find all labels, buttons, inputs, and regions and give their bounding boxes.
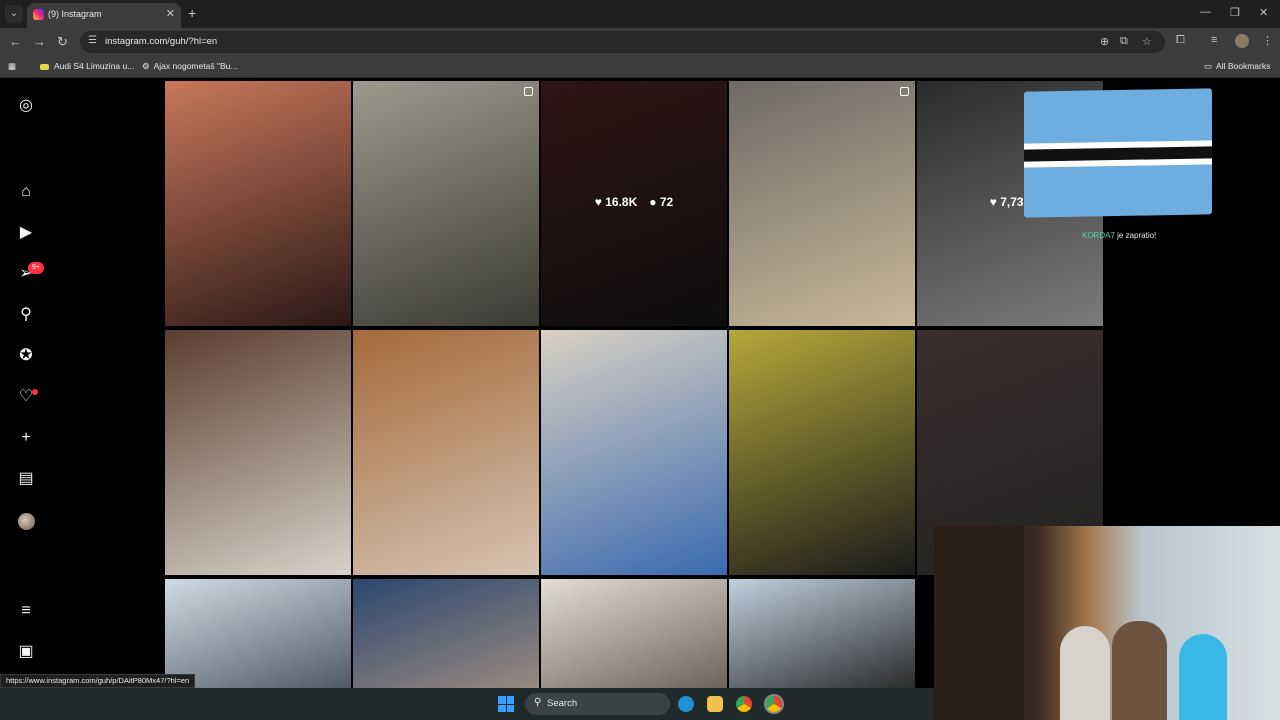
comments-count: ● 72 [649, 195, 674, 209]
browser-toolbar: ← → ↻ ☰ instagram.com/guh/?hl=en ⊕ ⧉ ☆ ⧠… [0, 28, 1280, 56]
close-window-button[interactable]: ✕ [1259, 6, 1268, 19]
reading-list-icon[interactable]: ≡ [1211, 34, 1217, 46]
post-thumbnail[interactable] [729, 579, 915, 689]
tab-strip: ⌄ (9) Instagram ✕ + — ❐ ✕ [0, 0, 1280, 28]
bookmark-item[interactable]: Audi S4 Limuzina u... [40, 61, 134, 71]
back-button[interactable]: ← [9, 34, 22, 49]
bookmark-star-icon[interactable]: ☆ [1142, 35, 1152, 48]
forward-button[interactable]: → [33, 34, 46, 49]
minimize-button[interactable]: — [1200, 6, 1211, 18]
apps-grid-icon[interactable]: ▦ [8, 61, 16, 72]
reload-button[interactable]: ↻ [57, 34, 68, 50]
url-text[interactable]: instagram.com/guh/?hl=en [105, 36, 217, 47]
restore-button[interactable]: ❐ [1230, 6, 1240, 19]
post-thumbnail[interactable] [353, 330, 539, 575]
post-thumbnail[interactable]: ♥ 16.8K ● 72 [541, 81, 727, 326]
taskbar-search[interactable]: ⚲ Search [525, 693, 670, 715]
post-thumbnail[interactable] [729, 330, 915, 575]
notification-dot [32, 389, 38, 395]
extensions-icon[interactable]: ⧠ [1176, 34, 1185, 47]
post-thumbnail[interactable] [165, 579, 351, 689]
botswana-flag-overlay [1024, 88, 1212, 218]
all-bookmarks-button[interactable]: ▭ All Bookmarks [1204, 61, 1270, 72]
create-icon[interactable]: + [16, 428, 36, 448]
zoom-icon[interactable]: ⊕ [1100, 35, 1109, 48]
webcam-overlay [934, 526, 1280, 720]
also-from-meta-icon[interactable]: ▣ [16, 642, 36, 662]
start-button[interactable] [498, 696, 514, 712]
explore-icon[interactable]: ✪ [16, 346, 36, 366]
dashboard-icon[interactable]: ▤ [16, 469, 36, 489]
tab-close-icon[interactable]: ✕ [166, 7, 175, 20]
post-stats: ♥ 16.8K ● 72 [541, 195, 727, 209]
reels-icon[interactable]: ▶ [16, 223, 36, 243]
link-preview-status: https://www.instagram.com/guh/p/DAitP80M… [0, 674, 196, 688]
file-explorer-icon[interactable] [707, 696, 723, 712]
new-tab-button[interactable]: + [188, 5, 196, 21]
search-icon[interactable]: ⚲ [16, 305, 36, 325]
menu-icon[interactable]: ⋮ [1262, 34, 1273, 47]
tab-search-button[interactable]: ⌄ [5, 5, 23, 23]
install-app-icon[interactable]: ⧉ [1120, 35, 1128, 48]
instagram-logo-icon[interactable]: ◎ [16, 96, 36, 116]
likes-count: ♥ 16.8K [594, 195, 638, 209]
profile-avatar[interactable] [1235, 34, 1249, 48]
active-tab[interactable]: (9) Instagram ✕ [27, 3, 181, 28]
post-thumbnail[interactable] [165, 330, 351, 575]
address-bar[interactable]: ☰ instagram.com/guh/?hl=en ⊕ ⧉ ☆ [80, 31, 1165, 53]
home-icon[interactable]: ⌂ [16, 182, 36, 202]
post-thumbnail[interactable] [353, 579, 539, 689]
carousel-icon [524, 87, 533, 96]
post-thumbnail[interactable] [541, 330, 727, 575]
post-thumbnail[interactable] [541, 579, 727, 689]
post-thumbnail[interactable] [165, 81, 351, 326]
post-thumbnail[interactable] [353, 81, 539, 326]
bookmark-item[interactable]: ⚙ Ajax nogometaš "Bu... [142, 61, 237, 72]
chrome-icon[interactable] [736, 696, 752, 712]
carousel-icon [900, 87, 909, 96]
search-icon: ⚲ [534, 697, 542, 708]
more-menu-icon[interactable]: ≡ [16, 601, 36, 621]
bookmarks-bar: ▦ Audi S4 Limuzina u... ⚙ Ajax nogometaš … [0, 56, 1280, 78]
instagram-sidebar: ◎ ⌂ ▶ ➢ 9+ ⚲ ✪ ♡ + ▤ ≡ ▣ [0, 78, 52, 688]
post-thumbnail[interactable] [729, 81, 915, 326]
instagram-favicon-icon [33, 9, 44, 20]
chrome-active-icon[interactable] [766, 696, 782, 712]
edge-icon[interactable] [678, 696, 694, 712]
messages-badge: 9+ [28, 262, 44, 274]
follow-notification: KORDA7 je zapratio! [1082, 231, 1157, 240]
tab-title: (9) Instagram [48, 9, 102, 19]
windows-taskbar: ⚲ Search [0, 688, 934, 720]
profile-avatar-icon[interactable] [18, 513, 35, 530]
site-info-icon[interactable]: ☰ [88, 35, 97, 46]
